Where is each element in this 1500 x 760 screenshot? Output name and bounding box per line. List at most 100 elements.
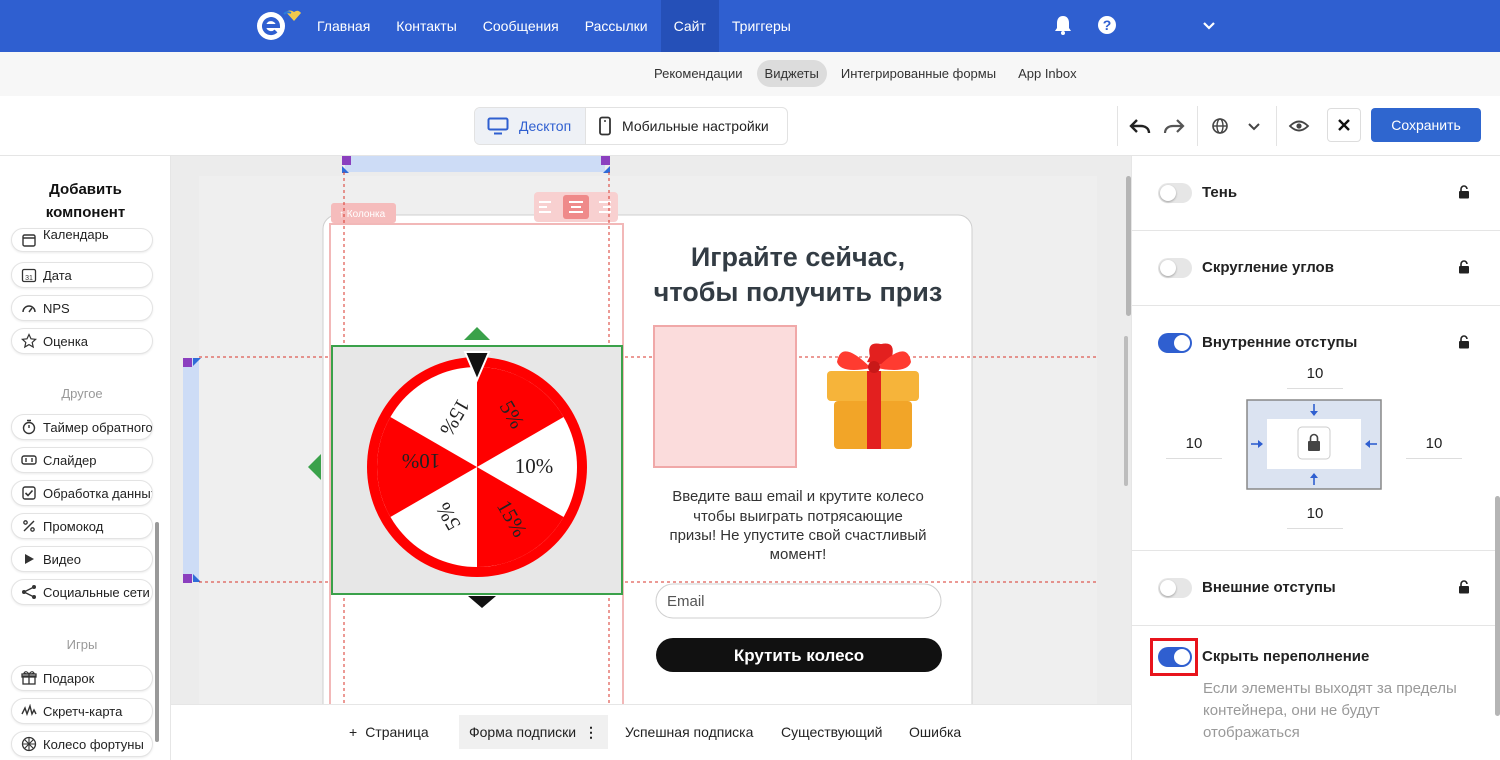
tab-success[interactable]: Успешная подписка — [615, 715, 763, 749]
margin-toggle[interactable] — [1158, 578, 1192, 598]
nav-item-campaigns[interactable]: Рассылки — [572, 0, 661, 52]
subnav-widgets[interactable]: Виджеты — [756, 60, 827, 87]
nav-item-contacts[interactable]: Контакты — [383, 0, 469, 52]
padding-left-input[interactable]: 10 — [1166, 435, 1222, 459]
toolbar-divider — [1276, 106, 1277, 146]
desktop-tab-label: Десктоп — [519, 118, 572, 134]
help-icon[interactable]: ? — [1097, 15, 1117, 35]
padding-bottom-input[interactable]: 10 — [1287, 505, 1343, 529]
subnav-app-inbox[interactable]: App Inbox — [1010, 60, 1085, 87]
tab-existing[interactable]: Существующий — [771, 715, 892, 749]
selection-handle-left — [183, 358, 199, 580]
nav-item-messages[interactable]: Сообщения — [470, 0, 572, 52]
component-date[interactable]: 31 Дата — [11, 262, 153, 288]
padding-top-input[interactable]: 10 — [1287, 365, 1343, 389]
device-toggle: Десктоп Мобильные настройки — [474, 107, 788, 145]
preview-eye-icon[interactable] — [1285, 112, 1313, 140]
component-label: Скретч-карта — [43, 703, 123, 719]
checkbox-icon — [21, 485, 37, 501]
popup-heading-line1: Играйте сейчас, — [691, 242, 905, 272]
globe-icon[interactable] — [1206, 112, 1234, 140]
component-wheel[interactable]: Колесо фортуны — [11, 731, 153, 757]
padding-right-input[interactable]: 10 — [1406, 435, 1462, 459]
tab-subscription-form[interactable]: Форма подписки ⋮ — [459, 715, 608, 749]
image-placeholder — [653, 325, 797, 468]
spin-button-label: Крутить колесо — [734, 646, 864, 665]
top-navigation-bar: Главная Контакты Сообщения Рассылки Сайт… — [0, 0, 1500, 52]
hide-overflow-label: Скрыть переполнение — [1202, 648, 1370, 665]
more-vertical-icon[interactable]: ⋮ — [584, 724, 598, 740]
popup-body-line: призы! Не упустите свой счастливый — [669, 527, 926, 544]
column-tag-label: ↑ Колонка — [339, 209, 386, 220]
close-button[interactable] — [1327, 108, 1361, 142]
corner-radius-label: Скругление углов — [1202, 259, 1334, 276]
wheel-icon — [21, 736, 37, 752]
svg-text:?: ? — [1103, 17, 1112, 33]
plus-icon: + — [349, 724, 358, 740]
close-icon — [1338, 119, 1350, 131]
popup-body-line: чтобы выиграть потрясающие — [693, 508, 903, 525]
component-timer[interactable]: Таймер обратного отсчета — [11, 414, 153, 440]
margin-label: Внешние отступы — [1202, 579, 1336, 596]
sub-navigation: Рекомендации Виджеты Интегрированные фор… — [0, 52, 1500, 96]
add-page-button[interactable]: + Страница — [339, 715, 439, 749]
calendar-icon — [21, 232, 37, 248]
component-data-processing[interactable]: Обработка данных — [11, 480, 153, 506]
hide-overflow-toggle[interactable] — [1158, 647, 1192, 667]
mobile-settings-label: Мобильные настройки — [622, 118, 769, 134]
logo-icon[interactable] — [253, 8, 301, 44]
component-slider[interactable]: Слайдер — [11, 447, 153, 473]
wheel-label: 10% — [515, 454, 554, 478]
nav-item-triggers[interactable]: Триггеры — [719, 0, 804, 52]
separator — [1132, 305, 1500, 306]
component-rating[interactable]: Оценка — [11, 328, 153, 354]
nav-item-home[interactable]: Главная — [304, 0, 383, 52]
subnav-recommendations[interactable]: Рекомендации — [646, 60, 751, 87]
shadow-toggle[interactable] — [1158, 183, 1192, 203]
component-label: Таймер обратного отсчета — [43, 419, 153, 435]
popup-body-line: момент! — [770, 546, 827, 563]
separator — [1132, 625, 1500, 626]
component-video[interactable]: Видео — [11, 546, 153, 572]
bell-icon[interactable] — [1053, 14, 1073, 36]
redo-icon[interactable] — [1160, 112, 1188, 140]
selection-handle-top — [345, 156, 605, 172]
component-label: NPS — [43, 300, 70, 316]
popup-body-line: Введите ваш email и крутите колесо — [672, 488, 924, 505]
desktop-tab[interactable]: Десктоп — [475, 108, 585, 144]
save-button[interactable]: Сохранить — [1371, 108, 1481, 142]
panel-title: Добавить компонент — [45, 181, 126, 221]
properties-panel: Тень Скругление углов Внутренние отступы… — [1126, 156, 1500, 760]
lock-icon[interactable] — [1458, 185, 1470, 199]
nav-item-site[interactable]: Сайт — [660, 0, 719, 52]
padding-toggle[interactable] — [1158, 333, 1192, 353]
tab-error[interactable]: Ошибка — [899, 715, 971, 749]
canvas-content: ↑ Колонка 5% 10% 15% 5% 10% 15% Играйте … — [183, 156, 1128, 704]
editor-toolbar: Десктоп Мобильные настройки — [0, 96, 1500, 156]
component-promocode[interactable]: Промокод — [11, 513, 153, 539]
mobile-settings-tab[interactable]: Мобильные настройки — [585, 108, 781, 144]
lock-icon[interactable] — [1458, 335, 1470, 349]
account-chevron-down-icon[interactable] — [1202, 19, 1216, 33]
toolbar-divider — [1117, 106, 1118, 146]
email-placeholder: Email — [667, 593, 705, 610]
component-scratch-card[interactable]: Скретч-карта — [11, 698, 153, 724]
component-gift[interactable]: Подарок — [11, 665, 153, 691]
undo-icon[interactable] — [1126, 112, 1154, 140]
percent-icon — [21, 518, 37, 534]
lock-icon[interactable] — [1458, 260, 1470, 274]
component-label: Дата — [43, 267, 72, 283]
subnav-integrated-forms[interactable]: Интегрированные формы — [833, 60, 1004, 87]
padding-label: Внутренние отступы — [1202, 334, 1358, 351]
toolbar-divider — [1197, 106, 1198, 146]
component-label: Колесо фортуны — [43, 736, 144, 752]
canvas-right-scrollbar[interactable] — [1126, 176, 1131, 316]
language-chevron-down-icon[interactable] — [1240, 112, 1268, 140]
lock-icon[interactable] — [1458, 580, 1470, 594]
corner-radius-toggle[interactable] — [1158, 258, 1192, 278]
component-nps[interactable]: NPS — [11, 295, 153, 321]
left-panel-scrollbar[interactable] — [155, 522, 159, 742]
component-calendar[interactable]: Календарь — [11, 228, 153, 252]
right-panel-scrollbar[interactable] — [1495, 496, 1500, 716]
component-social[interactable]: Социальные сети — [11, 579, 153, 605]
